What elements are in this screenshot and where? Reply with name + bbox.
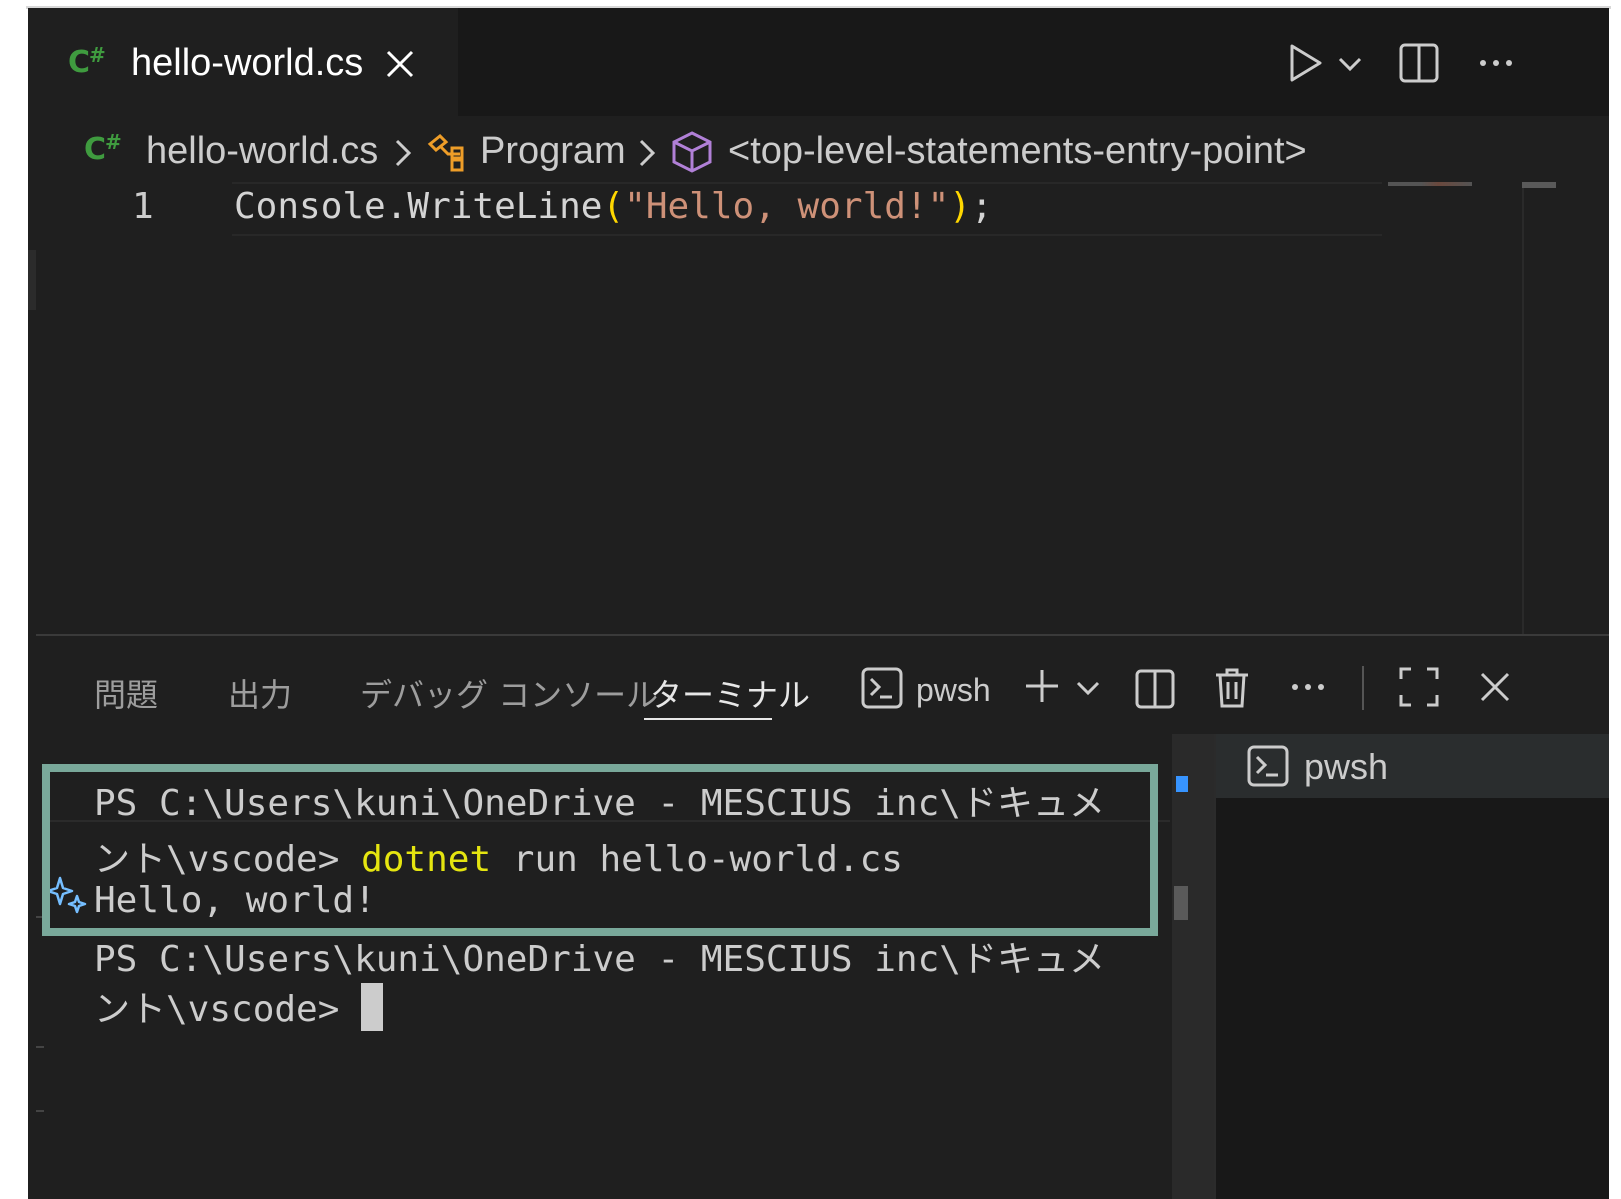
method-cube-icon [670,130,714,174]
split-editor-icon[interactable] [1398,42,1440,84]
bottom-panel: 問題 出力 デバッグ コンソール ターミナル pwsh PS C:\Users\… [36,634,1609,1199]
editor-tab-bar: C# hello-world.cs [28,8,1609,116]
csharp-file-icon: C# [84,130,122,167]
code-editor[interactable]: 1 Console.WriteLine("Hello, world!"); [28,182,1609,634]
code-token-receiver: Console.WriteLine [234,186,603,227]
close-panel-icon[interactable] [1478,670,1512,704]
breadcrumb: C# hello-world.cs Program <top-level-sta… [28,116,1609,182]
close-icon[interactable] [382,46,418,82]
csharp-file-icon: C# [68,43,106,80]
terminal-view[interactable]: PS C:\Users\kuni\OneDrive - MESCIUS inc\… [36,734,1170,1199]
breadcrumb-member[interactable]: <top-level-statements-entry-point> [728,130,1307,173]
run-icon[interactable] [1286,42,1326,84]
gutter-marker [28,250,36,310]
minimap[interactable] [1388,182,1472,186]
terminal-list: pwsh [1214,734,1609,1199]
tab-hello-world[interactable]: C# hello-world.cs [28,8,458,116]
code-token-string: "Hello, world!" [624,186,950,227]
terminal-cursor [361,983,384,1031]
more-actions-icon[interactable] [1290,682,1326,692]
terminal-line: ント\vscode> [94,980,384,1032]
chevron-right-icon [638,138,656,172]
terminal-icon [860,666,904,710]
tab-title: hello-world.cs [131,42,364,84]
terminal-scrollbar-track[interactable] [1172,734,1214,1199]
gutter-tick [36,1046,44,1048]
toolbar-divider [1362,666,1364,710]
line-number: 1 [132,186,154,227]
editor-scrollbar-thumb[interactable] [1522,182,1556,188]
new-terminal-icon[interactable] [1024,668,1060,704]
trash-icon[interactable] [1212,666,1252,710]
terminal-shell-label[interactable]: pwsh [916,672,991,709]
gutter-tick [36,1110,44,1112]
editor-scrollbar-track[interactable] [1522,182,1524,634]
terminal-prompt: ント\vscode> [94,989,362,1030]
tab-debug-console[interactable]: デバッグ コンソール [360,670,658,716]
tab-output[interactable]: 出力 [228,670,292,716]
maximize-panel-icon[interactable] [1398,666,1440,708]
chevron-down-icon[interactable] [1076,680,1100,696]
more-actions-icon[interactable] [1478,58,1514,68]
annotation-highlight-box [42,764,1158,936]
terminal-list-label: pwsh [1304,746,1389,787]
vscode-window: C# hello-world.cs C# hello-world.cs Prog… [28,8,1609,1199]
terminal-scrollbar-thumb[interactable] [1174,886,1188,920]
code-token-semicolon: ; [970,186,993,227]
class-icon [426,132,468,172]
active-tab-indicator [644,718,772,720]
code-token-close-paren: ) [949,186,971,227]
chevron-right-icon [394,138,412,172]
breadcrumb-class[interactable]: Program [480,130,626,173]
terminal-list-item[interactable]: pwsh [1216,734,1609,798]
chevron-down-icon[interactable] [1338,56,1362,72]
code-line[interactable]: Console.WriteLine("Hello, world!"); [234,186,993,227]
tab-problems[interactable]: 問題 [94,670,158,716]
terminal-line: PS C:\Users\kuni\OneDrive - MESCIUS inc\… [94,939,1105,980]
tab-terminal[interactable]: ターミナル [650,670,810,716]
scrollbar-marker [1176,776,1188,792]
terminal-icon [1246,744,1290,788]
split-terminal-icon[interactable] [1134,668,1176,710]
breadcrumb-file[interactable]: hello-world.cs [146,130,378,173]
code-token-open-paren: ( [602,186,625,227]
